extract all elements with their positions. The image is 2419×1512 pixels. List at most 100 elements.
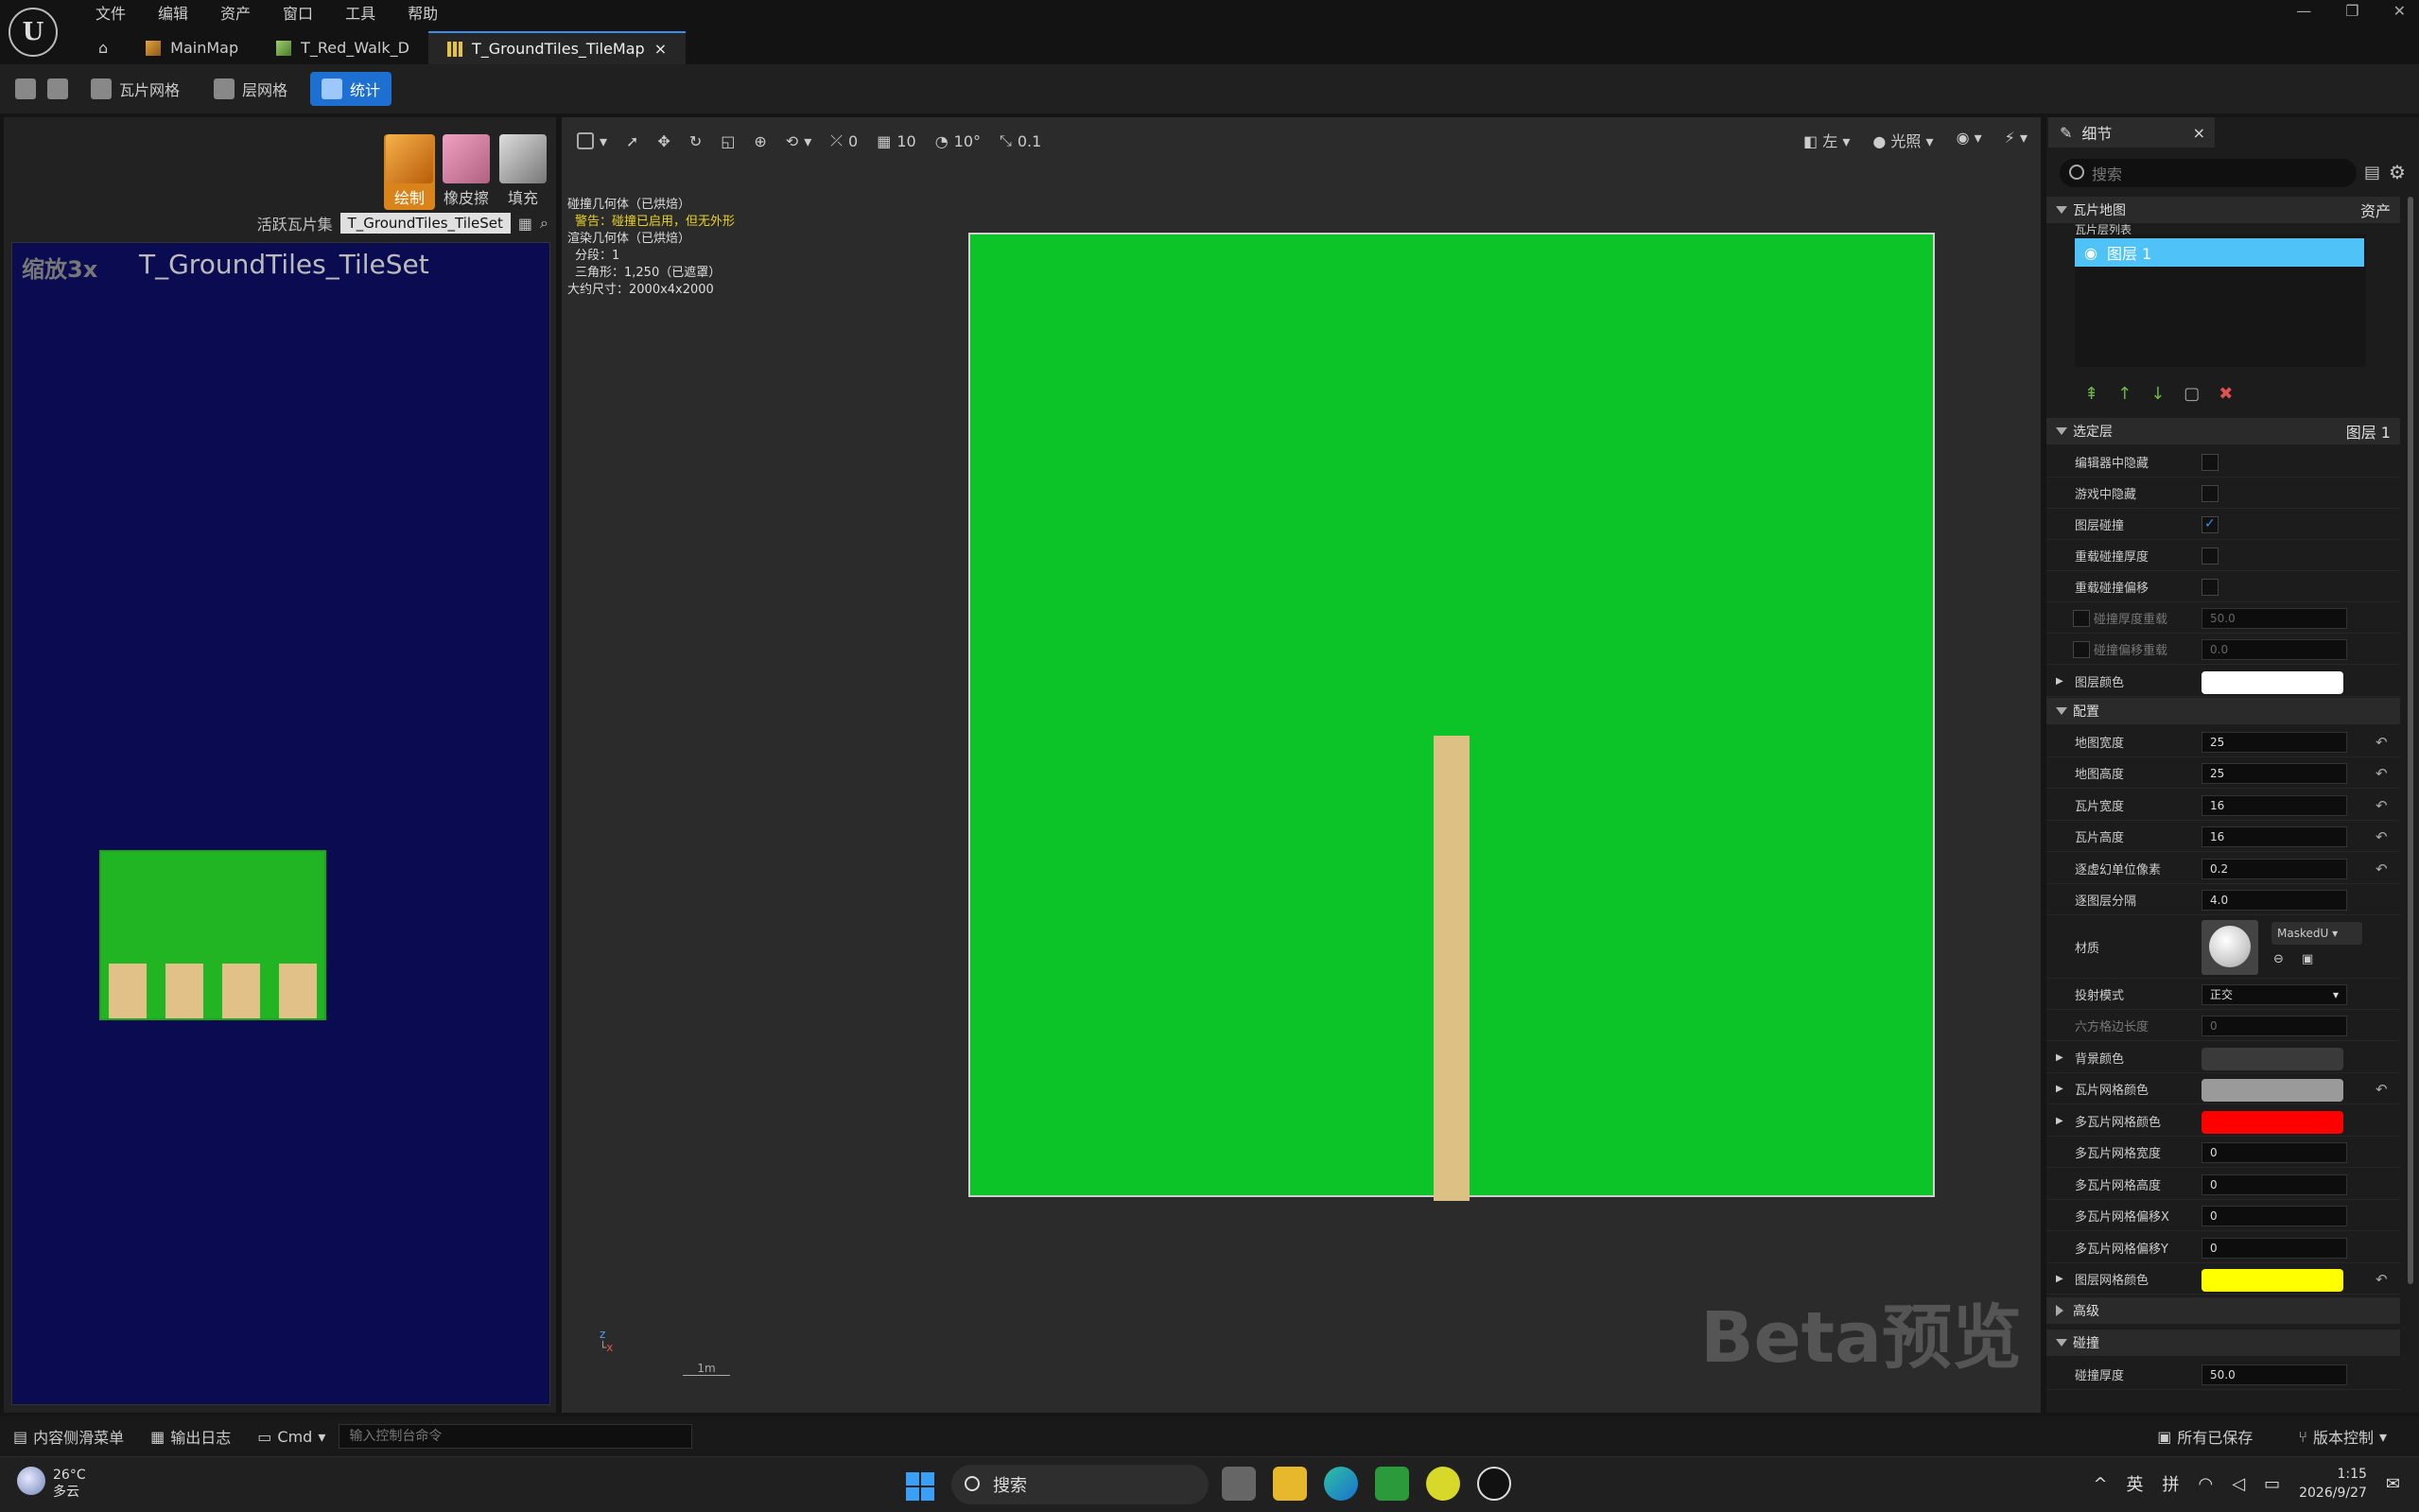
save-icon[interactable] [15,78,36,99]
move-icon[interactable]: ✥ [657,132,670,150]
paint-tool[interactable]: 绘制 [384,134,435,210]
map-width-input[interactable]: 25 [2201,732,2347,753]
ime-language[interactable]: 英 [2127,1471,2144,1496]
bg-color-swatch[interactable] [2201,1048,2343,1070]
content-drawer-button[interactable]: ▤ 内容侧滑菜单 [0,1425,137,1448]
map-height-input[interactable]: 25 [2201,763,2347,784]
expand-arrow-icon[interactable]: ▶ [2056,1274,2063,1284]
unreal-task-icon[interactable] [1477,1467,1511,1501]
delete-layer-icon[interactable]: ✖ [2219,384,2233,404]
settings-icon[interactable]: ⚙ [2389,161,2406,183]
details-tab[interactable]: ✎ 细节 × [2048,117,2215,148]
scale-snap[interactable]: ⤡ 0.1 [1000,131,1041,150]
layer-separation-input[interactable]: 4.0 [2201,890,2347,911]
tile-height-input[interactable]: 16 [2201,826,2347,847]
realtime-icon[interactable]: ⚡ ▾ [2005,129,2027,151]
move-up-icon[interactable]: ↑ [2117,384,2132,404]
output-log-button[interactable]: ▦ 输出日志 [137,1425,244,1448]
file-explorer-icon[interactable] [1273,1467,1307,1501]
world-icon[interactable]: ⊕ [754,132,766,150]
ppu-input[interactable]: 0.2 [2201,859,2347,879]
unreal-logo-icon[interactable]: U [9,8,58,57]
volume-icon[interactable]: ◁ [2232,1474,2245,1494]
offset-override-input[interactable]: 0.0 [2201,639,2347,660]
menu-help[interactable]: 帮助 [392,0,454,28]
layer-item[interactable]: ◉ 图层 1 [2075,238,2364,267]
reset-icon[interactable]: ↶ [2375,860,2388,878]
material-picker[interactable]: MaskedU ▾ [2271,922,2362,945]
tileset-viewer[interactable]: 缩放3x T_GroundTiles_TileSet [11,242,550,1405]
material-thumbnail[interactable] [2201,920,2258,975]
home-tab[interactable]: ⌂ [79,31,127,64]
thickness-override-input[interactable]: 50.0 [2201,608,2347,629]
reset-icon[interactable]: ↶ [2375,1271,2388,1288]
grid-color-swatch[interactable] [2201,1079,2343,1102]
tray-expand-icon[interactable]: ^ [2093,1474,2107,1494]
ime-mode[interactable]: 拼 [2163,1471,2180,1496]
scale-icon[interactable]: ◱ [721,132,735,150]
notification-icon[interactable]: ✉ [2386,1474,2400,1494]
grid-snap[interactable]: ▦ 10 [877,132,915,150]
multi-grid-height-input[interactable]: 0 [2201,1174,2347,1195]
expand-arrow-icon[interactable]: ▶ [2056,1116,2063,1126]
reset-icon[interactable]: ↶ [2375,765,2388,782]
select-icon[interactable]: ➚ [626,132,638,150]
expand-arrow-icon[interactable]: ▶ [2056,676,2063,686]
multi-grid-offset-y-input[interactable]: 0 [2201,1238,2347,1259]
section-advanced[interactable]: 高级 [2046,1297,2400,1324]
tilemap-viewport[interactable]: ▾ ➚ ✥ ↻ ◱ ⊕ ⟲ ▾ ⤫ 0 ▦ 10 ◔ 10° ⤡ 0.1 ◧ 左 ▾ ● … [562,117,2041,1413]
details-scrollbar[interactable] [2408,197,2413,1284]
layer-color-swatch[interactable] [2201,671,2343,694]
tab-red-walk[interactable]: T_Red_Walk_D [257,31,428,64]
stats-button[interactable]: 统计 [310,72,392,106]
add-layer-icon[interactable]: ⇞ [2084,384,2098,404]
browse-asset-icon[interactable] [47,78,68,99]
offset-override-checkbox[interactable] [2073,641,2090,658]
source-control-button[interactable]: ⑂ 版本控制 ▾ [2285,1425,2400,1448]
tileset-image[interactable] [99,850,326,1020]
snap-angle[interactable]: ⤫ 0 [830,131,858,150]
menu-tools[interactable]: 工具 [329,0,392,28]
multi-grid-offset-x-input[interactable]: 0 [2201,1206,2347,1226]
section-selected-layer[interactable]: 选定层 图层 1 [2046,418,2400,444]
view-mode-dropdown[interactable]: ◧ 左 ▾ [1803,129,1850,151]
eye-icon[interactable]: ◉ [2084,244,2097,262]
surface-snap[interactable]: ⟲ ▾ [786,132,811,150]
app-fan-icon[interactable] [1426,1467,1460,1501]
menu-window[interactable]: 窗口 [267,0,329,28]
layer-grid-button[interactable]: 层网格 [202,72,299,106]
menu-edit[interactable]: 编辑 [142,0,204,28]
active-tileset-picker[interactable]: T_GroundTiles_TileSet [339,213,511,234]
console-input[interactable]: 输入控制台命令 [339,1424,693,1449]
windows-start-icon[interactable] [906,1472,934,1501]
task-view-icon[interactable] [1222,1467,1256,1501]
thickness-override-checkbox[interactable] [2073,610,2090,627]
reset-icon[interactable]: ↶ [2375,828,2388,845]
hide-in-game-checkbox[interactable] [2201,485,2219,502]
projection-dropdown[interactable]: 正交 ▾ [2201,984,2347,1005]
minimize-icon[interactable]: — [2296,2,2311,20]
close-panel-icon[interactable]: × [2193,124,2205,142]
close-tab-icon[interactable]: × [654,40,667,58]
close-window-icon[interactable]: ✕ [2393,2,2406,20]
hide-in-editor-checkbox[interactable] [2201,454,2219,471]
restore-icon[interactable]: ❐ [2345,2,2358,20]
app-terminal-icon[interactable] [1375,1467,1409,1501]
show-eye-icon[interactable]: ◉ ▾ [1957,129,1982,151]
battery-icon[interactable]: ▭ [2264,1474,2280,1494]
layer-grid-color-swatch[interactable] [2201,1269,2343,1292]
menu-assets[interactable]: 资产 [204,0,267,28]
tile-width-input[interactable]: 16 [2201,795,2347,816]
tab-mainmap[interactable]: MainMap [127,31,257,64]
eraser-tool[interactable]: 橡皮擦 [441,134,492,210]
reset-icon[interactable]: ↶ [2375,734,2388,751]
save-all-button[interactable]: ▣ 所有已保存 [2144,1425,2266,1448]
layer-collision-checkbox[interactable] [2201,516,2219,533]
override-offset-checkbox[interactable] [2201,579,2219,596]
browse-icon[interactable]: ▣ [2302,952,2313,966]
expand-arrow-icon[interactable]: ▶ [2056,1052,2063,1063]
override-thickness-checkbox[interactable] [2201,547,2219,565]
use-selected-icon[interactable]: ⊖ [2273,952,2284,966]
details-search-input[interactable]: 搜索 [2060,159,2357,187]
section-collision[interactable]: 碰撞 [2046,1330,2400,1356]
